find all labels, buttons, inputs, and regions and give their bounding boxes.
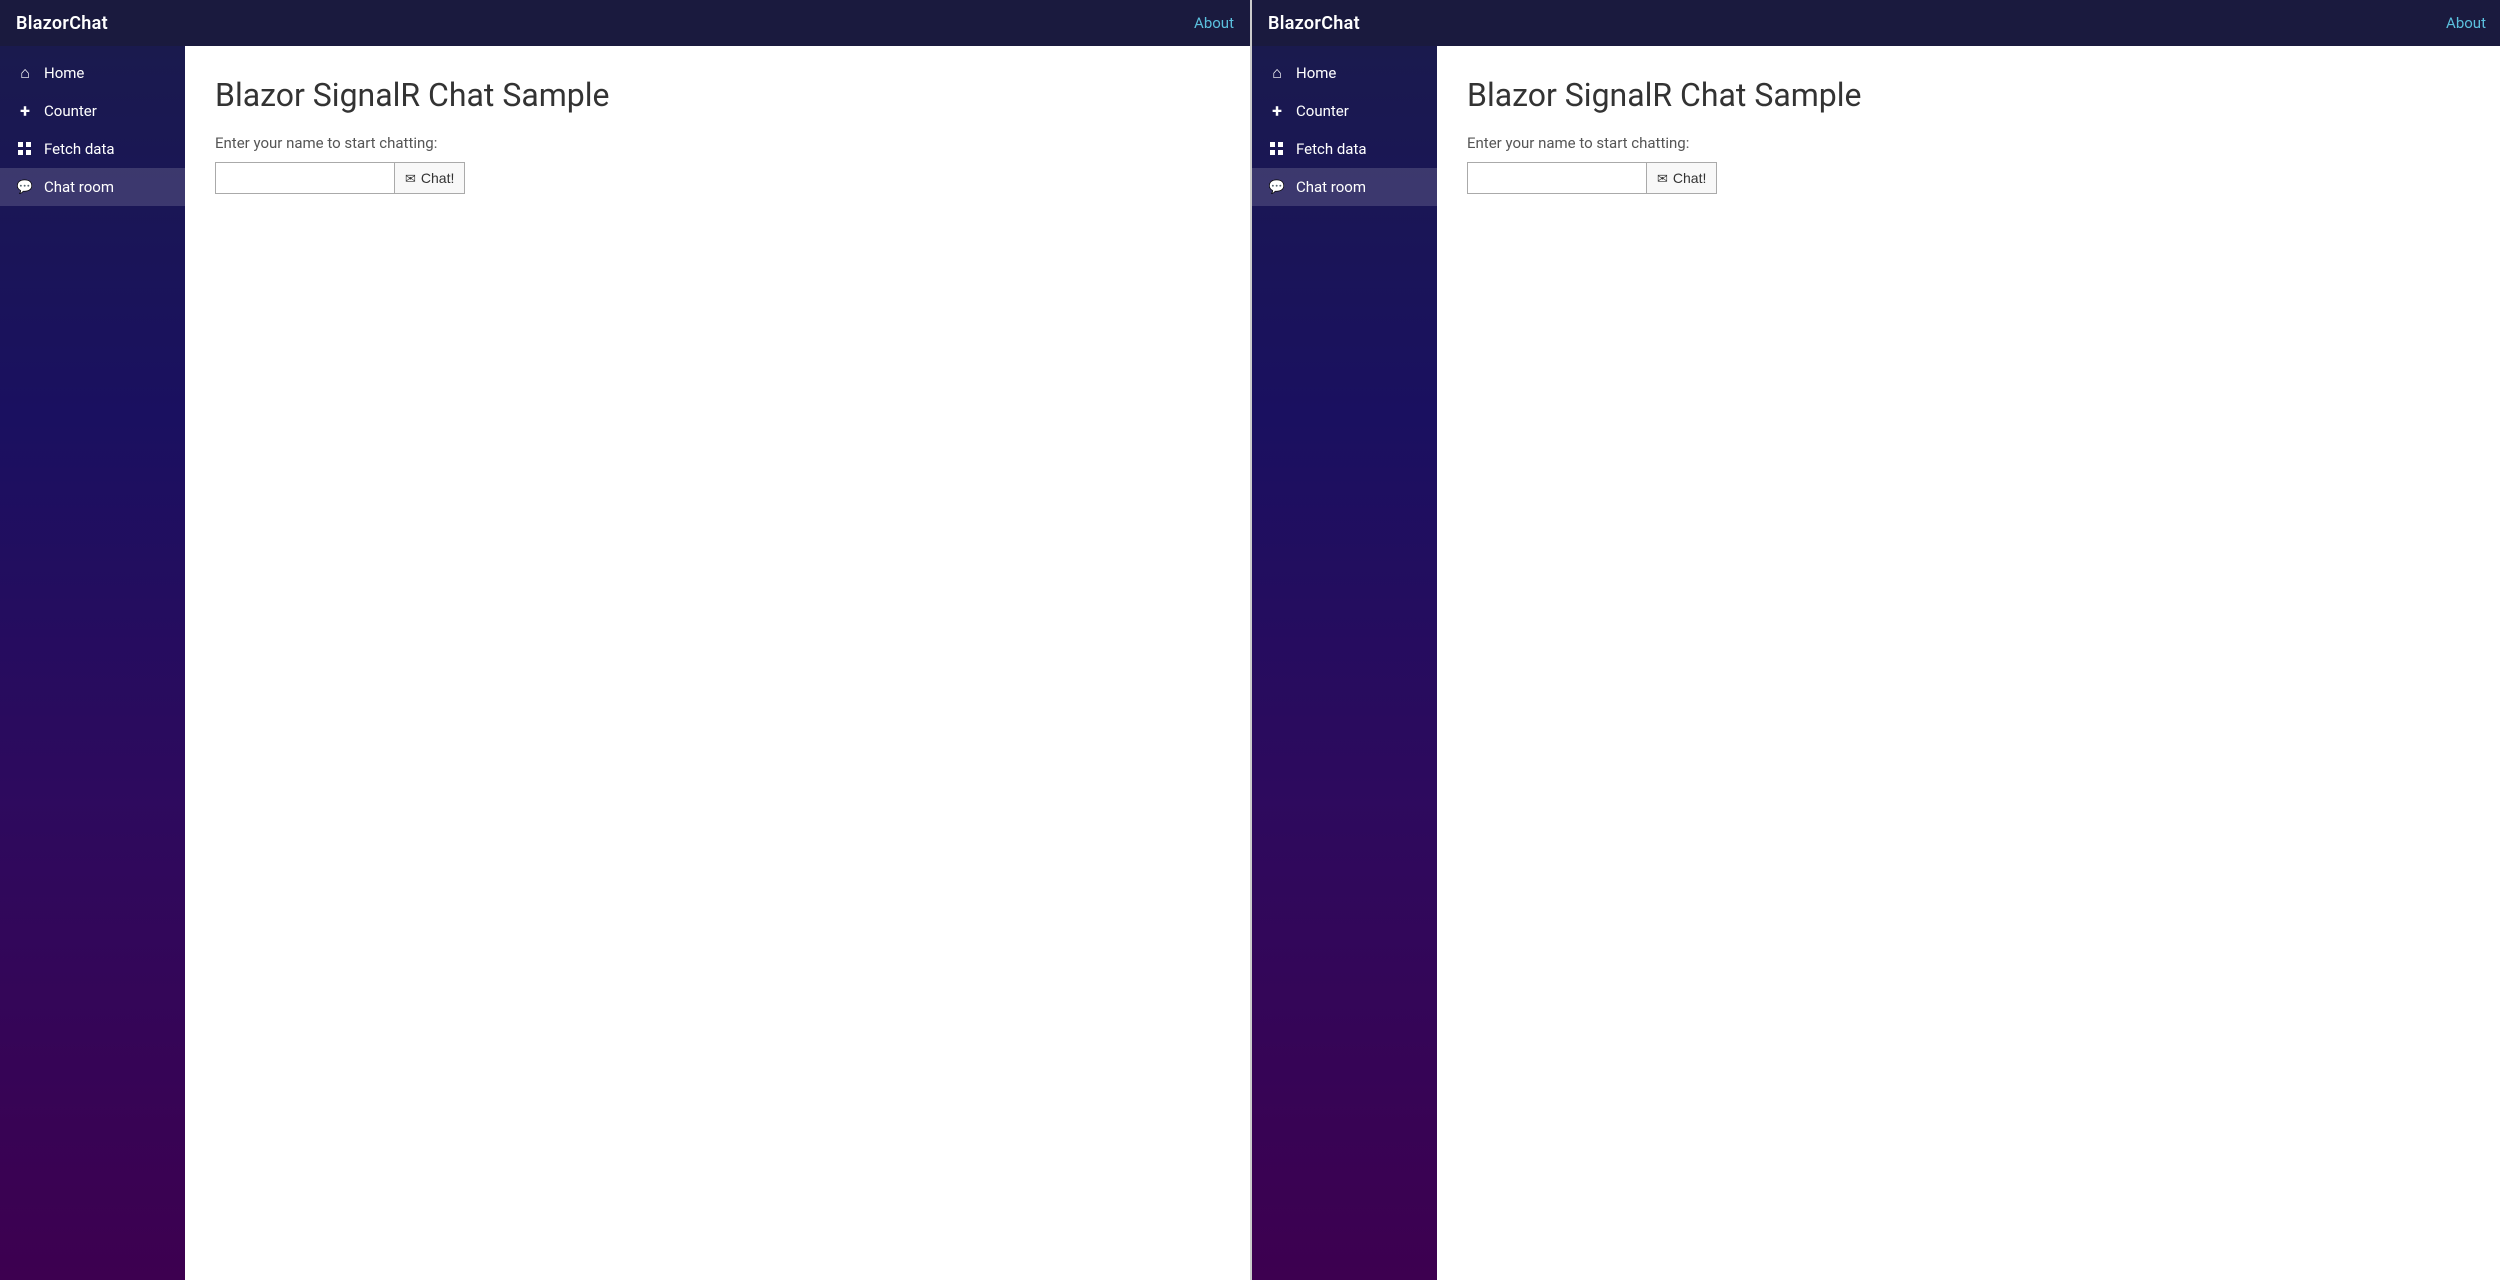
sidebar-item-fetchdata-2[interactable]: Fetch data [1252,130,1437,168]
app-layout-2: Home Counter Fetch data Chat room Blazor [1252,46,2500,1280]
sidebar-item-counter-2[interactable]: Counter [1252,92,1437,130]
chat-btn-icon-1 [405,170,416,187]
navbar-brand-2: BlazorChat [1268,13,2446,34]
chat-icon-2 [1268,178,1286,196]
sidebar-item-counter-1[interactable]: Counter [0,92,185,130]
chat-btn-icon-2 [1657,170,1668,187]
navbar-brand-1: BlazorChat [16,13,1194,34]
chat-button-2[interactable]: Chat! [1647,162,1717,194]
plus-icon-1 [16,102,34,120]
page-title-1: Blazor SignalR Chat Sample [215,76,1220,114]
sidebar-item-chatroom-1[interactable]: Chat room [0,168,185,206]
sidebar-item-fetchdata-1[interactable]: Fetch data [0,130,185,168]
home-icon-2 [1268,64,1286,82]
prompt-text-2: Enter your name to start chatting: [1467,134,2472,152]
navbar-1: BlazorChat About [0,0,1250,46]
page-title-2: Blazor SignalR Chat Sample [1467,76,2472,114]
sidebar-item-chatroom-2[interactable]: Chat room [1252,168,1437,206]
chat-icon-1 [16,178,34,196]
sidebar-2: Home Counter Fetch data Chat room [1252,46,1437,1280]
sidebar-item-home-1[interactable]: Home [0,54,185,92]
about-link-2[interactable]: About [2446,14,2486,32]
chat-button-1[interactable]: Chat! [395,162,465,194]
sidebar-item-home-label-1: Home [44,64,84,82]
sidebar-item-chatroom-label-1: Chat room [44,178,114,196]
sidebar-item-chatroom-label-2: Chat room [1296,178,1366,196]
grid-icon-2 [1268,140,1286,158]
sidebar-1: Home Counter Fetch data Chat room [0,46,185,1280]
sidebar-item-counter-label-1: Counter [44,102,97,120]
chat-button-label-1: Chat! [421,170,454,186]
chat-form-1: Chat! [215,162,1220,194]
about-link-1[interactable]: About [1194,14,1234,32]
plus-icon-2 [1268,102,1286,120]
chat-form-2: Chat! [1467,162,2472,194]
sidebar-item-home-label-2: Home [1296,64,1336,82]
navbar-2: BlazorChat About [1252,0,2500,46]
main-content-1: Blazor SignalR Chat Sample Enter your na… [185,46,1250,1280]
prompt-text-1: Enter your name to start chatting: [215,134,1220,152]
sidebar-item-fetchdata-label-1: Fetch data [44,140,115,158]
main-content-2: Blazor SignalR Chat Sample Enter your na… [1437,46,2500,1280]
sidebar-item-home-2[interactable]: Home [1252,54,1437,92]
chat-button-label-2: Chat! [1673,170,1706,186]
home-icon-1 [16,64,34,82]
sidebar-item-fetchdata-label-2: Fetch data [1296,140,1367,158]
panel-2: BlazorChat About Home Counter Fetch data [1252,0,2500,1280]
grid-icon-1 [16,140,34,158]
name-input-2[interactable] [1467,162,1647,194]
sidebar-item-counter-label-2: Counter [1296,102,1349,120]
panel-1: BlazorChat About Home Counter Fetch data [0,0,1250,1280]
name-input-1[interactable] [215,162,395,194]
app-layout-1: Home Counter Fetch data Chat room Blazor [0,46,1250,1280]
